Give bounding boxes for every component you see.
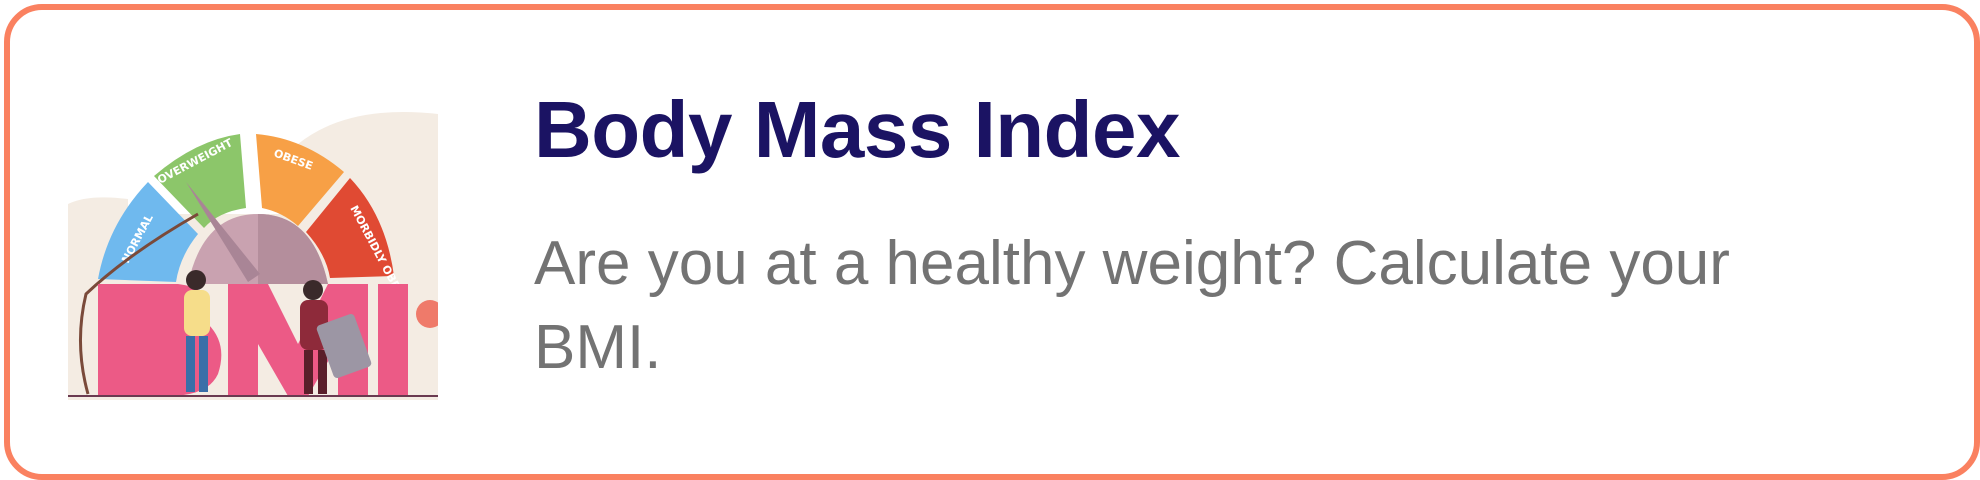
bmi-card[interactable]: NORMAL OVERWEIGHT OBESE MORBIDLY OBESE B… bbox=[4, 4, 1980, 480]
card-subtitle: Are you at a healthy weight? Calculate y… bbox=[534, 229, 1730, 382]
bmi-gauge-illustration-icon: NORMAL OVERWEIGHT OBESE MORBIDLY OBESE bbox=[68, 112, 438, 400]
card-text: Body Mass Index Are you at a healthy wei… bbox=[534, 80, 1834, 390]
card-title[interactable]: Body Mass Index bbox=[534, 80, 1834, 180]
